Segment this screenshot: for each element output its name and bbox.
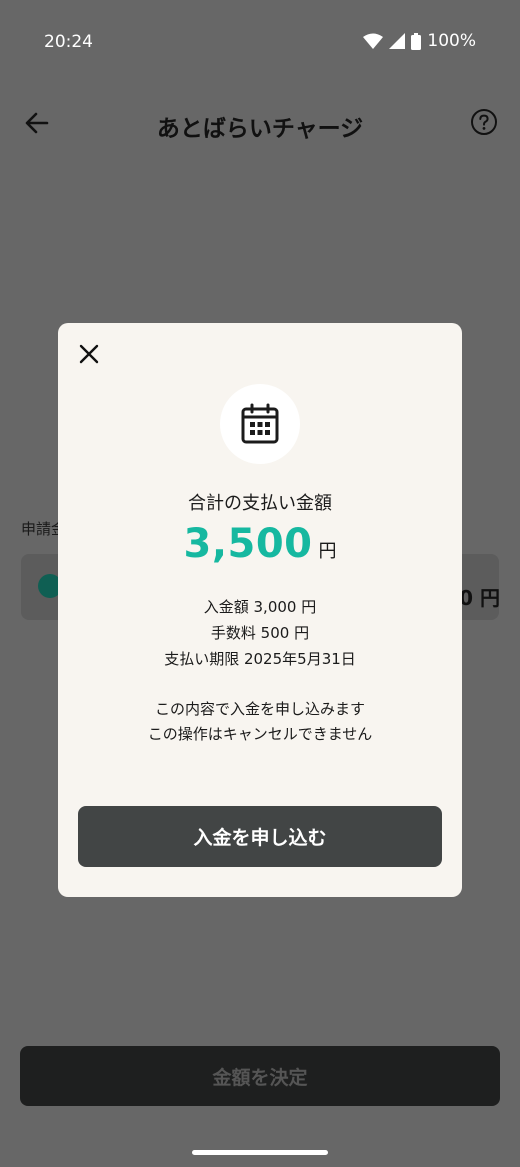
help-icon xyxy=(471,109,497,135)
fee-line: 手数料 500 円 xyxy=(210,624,310,642)
battery-percent: 100% xyxy=(427,31,476,51)
help-button[interactable] xyxy=(470,108,498,136)
apply-deposit-button[interactable]: 入金を申し込む xyxy=(78,806,442,867)
currency-unit: 円 xyxy=(318,541,337,562)
status-bar: 20:24 100% xyxy=(0,0,520,84)
status-time: 20:24 xyxy=(44,32,93,52)
due-date-line: 支払い期限 2025年5月31日 xyxy=(164,650,356,668)
page-title: あとばらいチャージ xyxy=(156,116,364,142)
dialog-title: 合計の支払い金額 xyxy=(188,493,332,514)
notice-line-2: この操作はキャンセルできません xyxy=(147,725,373,743)
notice-line-1: この内容で入金を申し込みます xyxy=(154,700,365,718)
total-amount: 3,500 円 xyxy=(58,521,462,567)
deposit-amount-line: 入金額 3,000 円 xyxy=(203,598,317,616)
home-indicator[interactable] xyxy=(192,1150,328,1155)
decide-amount-button[interactable]: 金額を決定 xyxy=(20,1046,500,1106)
close-button[interactable] xyxy=(78,343,100,365)
close-icon xyxy=(79,344,99,364)
app-bar: あとばらいチャージ xyxy=(0,95,520,155)
amount-option-value: 0 円 xyxy=(459,586,500,610)
signal-icon xyxy=(389,33,406,49)
calendar-icon-badge xyxy=(220,384,300,464)
status-indicators: 100% xyxy=(363,31,476,51)
calendar-icon xyxy=(241,403,279,444)
payment-confirm-dialog: 合計の支払い金額 3,500 円 入金額 3,000 円 手数料 500 円 支払… xyxy=(58,323,462,897)
total-amount-value: 3,500 xyxy=(183,521,313,567)
wifi-icon xyxy=(363,33,384,49)
battery-icon xyxy=(411,32,422,50)
